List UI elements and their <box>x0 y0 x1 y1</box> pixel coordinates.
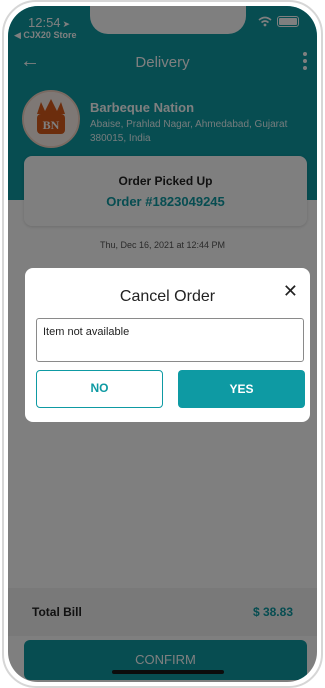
yes-button[interactable]: YES <box>178 370 305 408</box>
cancel-order-dialog: Cancel Order ✕ Item not available NO YES <box>25 268 310 422</box>
no-button[interactable]: NO <box>36 370 163 408</box>
dialog-title: Cancel Order <box>119 288 216 305</box>
app-screen: 12:54➤ ◀ CJX20 Store ← Delivery <box>8 6 317 682</box>
home-indicator[interactable] <box>112 670 224 674</box>
phone-frame: 12:54➤ ◀ CJX20 Store ← Delivery <box>2 0 323 688</box>
cancel-reason-input[interactable]: Item not available <box>36 318 304 362</box>
close-icon[interactable]: ✕ <box>283 282 298 300</box>
